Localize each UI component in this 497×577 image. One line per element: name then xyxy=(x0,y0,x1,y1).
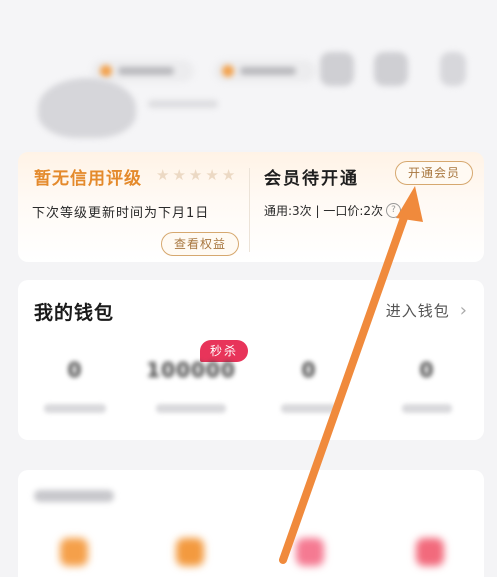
profile-page: 暂无信用评级 ★ ★ ★ ★ ★ 下次等级更新时间为下月1日 查看权益 会员待开… xyxy=(0,0,497,577)
annotation-arrow-icon xyxy=(279,186,423,564)
